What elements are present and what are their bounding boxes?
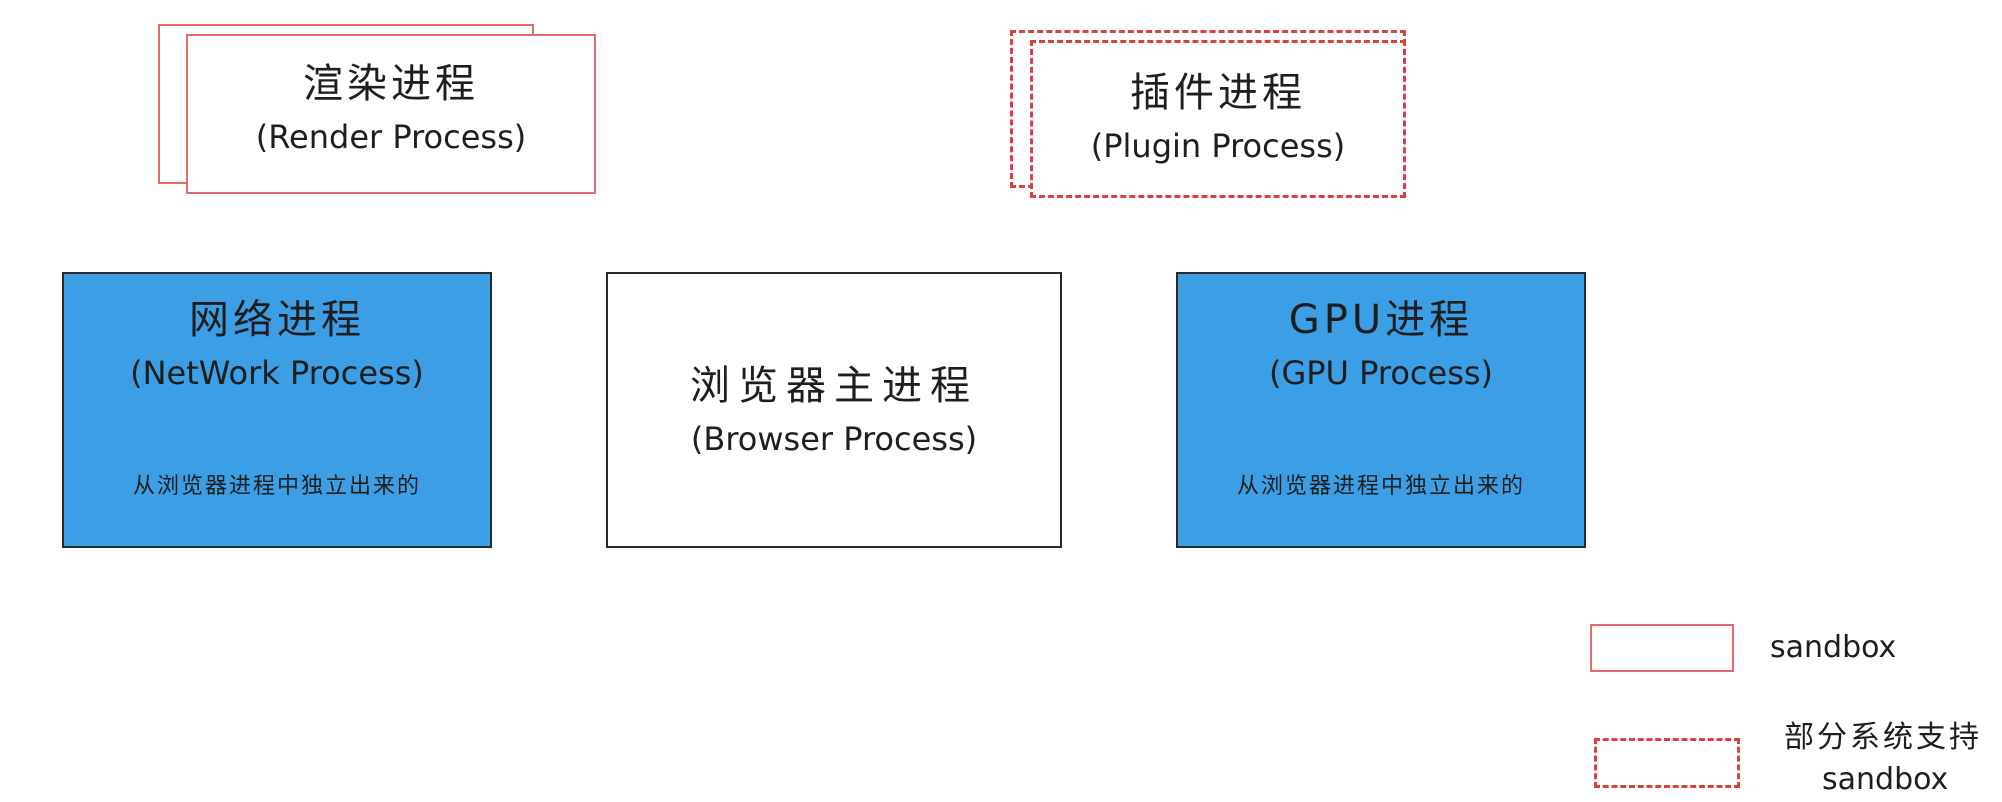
browser-process-title: 浏览器主进程 — [690, 362, 978, 409]
network-process-note: 从浏览器进程中独立出来的 — [132, 474, 421, 499]
gpu-process-note: 从浏览器进程中独立出来的 — [1236, 474, 1525, 499]
legend-sandbox-label: sandbox — [1770, 630, 1897, 665]
network-process-box: 网络进程 (NetWork Process) 从浏览器进程中独立出来的 — [62, 272, 492, 548]
browser-process-box: 浏览器主进程 (Browser Process) — [606, 272, 1062, 548]
gpu-process-box: GPU进程 (GPU Process) 从浏览器进程中独立出来的 — [1176, 272, 1586, 548]
render-process-subtitle: (Render Process) — [255, 118, 527, 156]
plugin-process-box: 插件进程 (Plugin Process) — [1030, 40, 1406, 198]
plugin-process-title: 插件进程 — [1130, 70, 1306, 116]
legend-partial-sandbox-label-line2: sandbox — [1822, 762, 1949, 797]
render-process-box: 渲染进程 (Render Process) — [186, 34, 596, 194]
network-process-subtitle: (NetWork Process) — [130, 354, 424, 392]
legend-partial-sandbox-swatch — [1594, 738, 1740, 788]
gpu-process-subtitle: (GPU Process) — [1268, 354, 1494, 392]
browser-process-subtitle: (Browser Process) — [690, 419, 978, 458]
plugin-process-subtitle: (Plugin Process) — [1090, 127, 1346, 165]
gpu-process-title: GPU进程 — [1288, 297, 1474, 343]
legend-sandbox-swatch — [1590, 624, 1734, 672]
legend-partial-sandbox-label-line1: 部分系统支持 — [1784, 720, 1982, 755]
render-process-title: 渲染进程 — [303, 61, 479, 107]
network-process-title: 网络进程 — [189, 297, 365, 343]
